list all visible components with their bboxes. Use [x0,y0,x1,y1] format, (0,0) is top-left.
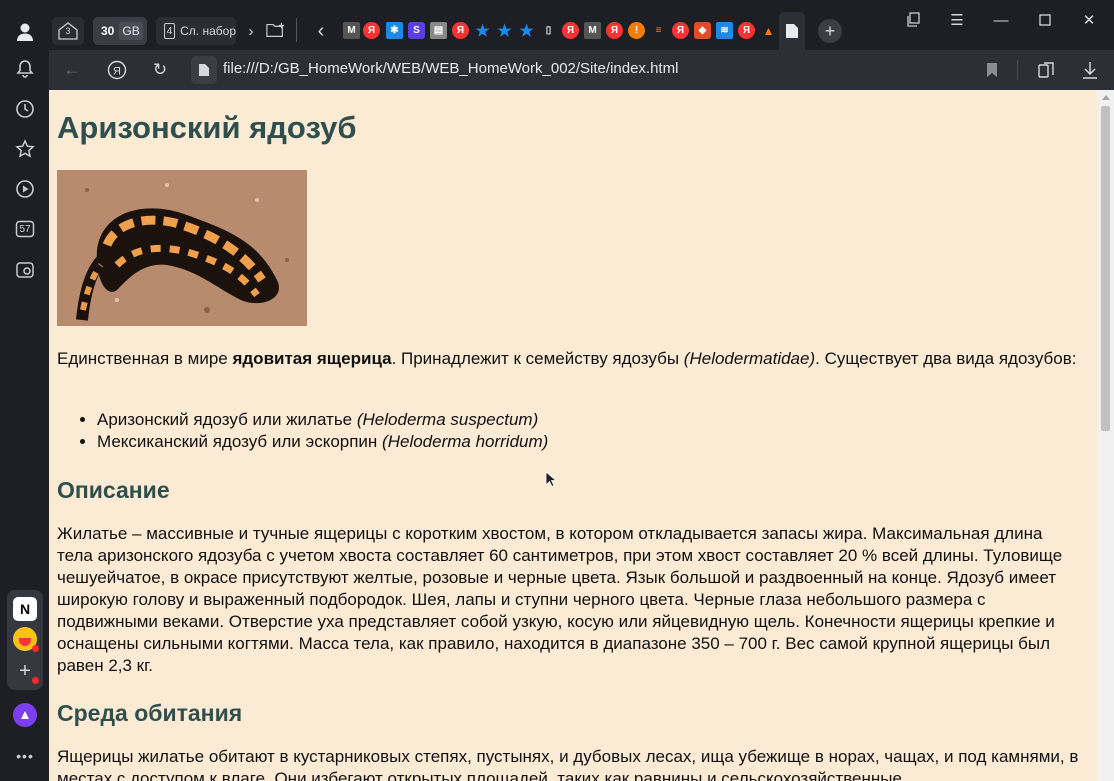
intro-italic: (Helodermatidae) [683,349,816,368]
profile-icon[interactable] [13,20,37,44]
tab-divider [296,18,297,42]
s-tab-icon[interactable]: S [408,22,425,39]
address-toolbar: ← Я ↻ file:///D:/GB_HomeWork/WEB/WEB_Hom… [49,50,1114,90]
yandex-tab-icon[interactable]: Я [672,22,689,39]
species-name: Мексиканский ядозуб или эскорпин [97,432,383,451]
tab-bar: 3 30 GB 4 Сл. набор › ‹ M Я ✱ S ▤ Я ★ ★ … [49,0,1114,50]
star-tab-icon[interactable]: ★ [518,22,535,40]
intro-suffix: . Существует два вида ядозубов: [815,349,1077,368]
screenshot-icon[interactable] [13,258,37,282]
reload-button[interactable]: ↻ [149,59,171,81]
gmail-tab-icon[interactable]: M [584,22,601,39]
tab-group-count: 3 [65,26,71,36]
bookmark-icon[interactable] [981,59,1003,81]
yandex-tab-icon[interactable]: Я [606,22,623,39]
page-info-icon[interactable] [191,56,217,84]
bookmarks-star-icon[interactable] [13,137,37,161]
species-name: Аризонский ядозуб или жилатье [97,410,357,429]
yandex-tab-icon[interactable]: Я [562,22,579,39]
more-dots-icon[interactable]: ••• [13,744,37,768]
habitat-paragraph: Ящерицы жилатье обитают в кустарниковых … [57,747,1079,781]
star-tab-icon[interactable]: ★ [474,22,491,40]
history-icon[interactable] [13,97,37,121]
habitat-heading: Среда обитания [57,700,243,726]
warning-tab-icon[interactable]: ▲ [760,22,777,39]
scroll-up-arrow-icon[interactable] [1102,95,1110,100]
scrollbar-thumb[interactable] [1101,106,1110,431]
notifications-icon[interactable] [13,57,37,81]
book-tab-icon[interactable]: ▤ [430,22,447,39]
mail-unread-dot [32,645,39,652]
yandex-tab-icon[interactable]: Я [363,22,380,39]
maximize-icon[interactable] [1035,10,1055,30]
species-latin: (Heloderma suspectum) [356,410,539,429]
shield-tab-icon[interactable]: ! [628,22,645,39]
tab-group-label: Сл. набор [180,24,236,38]
star-tab-icon[interactable]: ★ [496,22,513,40]
tab-manager-icon[interactable] [904,10,924,30]
tab-group-gb[interactable]: 30 GB [93,17,147,45]
toolbar-divider [1017,60,1018,80]
app-tab-icon[interactable]: ≋ [716,22,733,39]
tab-group-home[interactable]: 3 [52,17,84,45]
app-tab-icon[interactable]: ✱ [386,22,403,39]
sidebar-apps-panel: N + [7,590,43,690]
counter-badge[interactable]: 57 [13,217,37,241]
species-list: Аризонский ядозуб или жилатье (Heloderma… [97,409,548,453]
new-folder-icon[interactable] [266,20,286,40]
document-tab-icon[interactable]: ▯ [540,22,557,39]
notion-icon[interactable]: N [13,597,37,621]
stackoverflow-tab-icon[interactable]: ≡ [650,22,667,39]
active-tab[interactable] [779,12,805,50]
page-viewport: Аризонский ядозуб Единственная в мире яд… [49,90,1097,781]
back-button[interactable]: ← [61,59,83,81]
scroll-tabs-left-icon[interactable]: ‹ [311,20,331,42]
add-app-dot [32,677,39,684]
new-tab-button[interactable]: + [818,19,842,43]
intro-bold: ядовитая ящерица [232,349,392,368]
yandex-tab-icon[interactable]: Я [738,22,755,39]
mouse-cursor-icon [545,471,557,487]
page-scrollbar[interactable] [1097,90,1114,781]
yandex-home-button[interactable]: Я [106,59,128,81]
intro-prefix: Единственная в мире [57,349,233,368]
file-tab-icon [786,24,798,38]
list-item: Мексиканский ядозуб или эскорпин (Helode… [97,431,548,453]
list-item: Аризонский ядозуб или жилатье (Heloderma… [97,409,548,431]
description-paragraph: Жилатье – массивные и тучные ящерицы с к… [57,524,1063,675]
species-latin: (Heloderma horridum) [382,432,549,451]
download-icon[interactable] [1079,59,1101,81]
address-bar-url[interactable]: file:///D:/GB_HomeWork/WEB/WEB_HomeWork_… [223,60,678,77]
alice-assistant-icon[interactable] [13,703,37,727]
counter-badge-text: 57 [19,223,31,235]
tab-group-label: GB [119,22,143,40]
video-play-icon[interactable] [13,177,37,201]
tab-group-count: 4 [164,23,176,39]
svg-text:Я: Я [113,66,121,78]
git-tab-icon[interactable]: ◆ [694,22,711,39]
close-window-icon[interactable]: ✕ [1079,10,1099,30]
intro-middle: . Принадлежит к семейству ядозубы [391,349,684,368]
description-heading: Описание [57,477,170,503]
gmail-tab-icon[interactable]: M [343,22,360,39]
yandex-tab-icon[interactable]: Я [452,22,469,39]
minimize-icon[interactable]: — [991,10,1011,30]
browser-sidebar: 57 N + ••• [0,0,49,781]
collections-icon[interactable] [1035,59,1057,81]
tab-group-speed-dial[interactable]: 4 Сл. набор [156,17,236,45]
menu-icon[interactable]: ☰ [947,10,967,30]
intro-paragraph: Единственная в мире ядовитая ящерица. Пр… [57,348,1081,370]
gila-monster-photo [57,170,307,326]
page-title: Аризонский ядозуб [57,110,357,145]
chevron-right-icon[interactable]: › [241,21,261,41]
tab-group-count: 30 [101,24,115,38]
